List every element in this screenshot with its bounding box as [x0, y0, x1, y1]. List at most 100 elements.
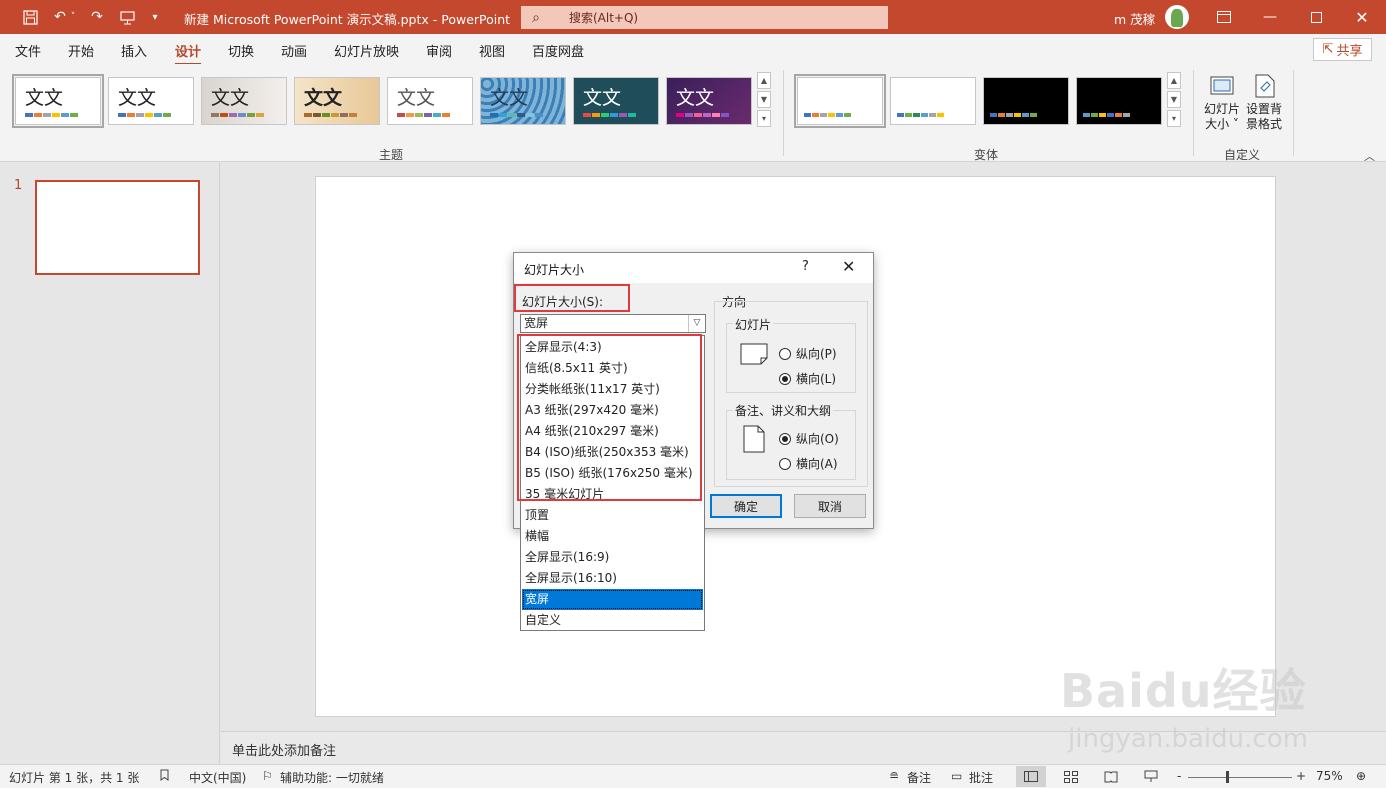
notes-toggle-icon[interactable]: ≘: [889, 769, 899, 783]
scroll-down-icon[interactable]: ▼: [1167, 91, 1181, 108]
highlight-box-label: [514, 284, 630, 312]
more-themes-icon[interactable]: ▾: [757, 110, 771, 127]
fit-to-window-icon[interactable]: ⊕: [1356, 769, 1366, 783]
ok-button[interactable]: 确定: [710, 494, 782, 518]
group-label-variants: 变体: [974, 148, 999, 162]
highlight-box-options: [517, 334, 702, 501]
comments-icon[interactable]: ▭: [951, 769, 962, 783]
watermark-url: jingyan.baidu.com: [1068, 724, 1308, 754]
zoom-slider[interactable]: [1188, 777, 1292, 778]
search-placeholder: 搜索(Alt+Q): [569, 11, 639, 25]
slide-info: 幻灯片 第 1 张，共 1 张: [9, 771, 140, 785]
scroll-down-icon[interactable]: ▼: [757, 91, 771, 108]
comments-toggle[interactable]: 批注: [969, 769, 993, 786]
search-box[interactable]: ⌕ 搜索(Alt+Q): [521, 6, 888, 29]
spellcheck-icon[interactable]: [159, 769, 172, 785]
variant-3[interactable]: [983, 77, 1069, 125]
accessibility-status[interactable]: 辅助功能: 一切就绪: [280, 769, 384, 786]
maximize-icon[interactable]: [1293, 0, 1339, 34]
variant-4[interactable]: [1076, 77, 1162, 125]
zoom-slider-thumb[interactable]: [1226, 771, 1229, 783]
ribbon: 文文 文文 文文 文文 文文 文文 文文 文文 ▲ ▼ ▾ 主题 ▲ ▼ ▾ 变…: [0, 64, 1386, 164]
redo-icon[interactable]: ↷: [86, 7, 108, 27]
notes-toggle[interactable]: 备注: [907, 769, 931, 786]
close-icon[interactable]: ✕: [842, 257, 855, 276]
slides-landscape-radio[interactable]: 横向(L): [779, 370, 836, 387]
zoom-out-button[interactable]: -: [1177, 769, 1181, 783]
presentation-icon[interactable]: [116, 7, 138, 27]
list-item[interactable]: 全屏显示(16:9): [522, 547, 703, 568]
accessibility-icon[interactable]: ⚐: [262, 769, 273, 783]
notes-portrait-radio[interactable]: 纵向(O): [779, 430, 839, 447]
theme-8[interactable]: 文文: [666, 77, 752, 125]
tab-file[interactable]: 文件: [15, 41, 41, 60]
group-separator: [783, 70, 784, 156]
tab-view[interactable]: 视图: [479, 41, 505, 60]
group-separator: [1293, 70, 1294, 156]
notes-group-label: 备注、讲义和大纲: [733, 402, 834, 419]
list-item[interactable]: 全屏显示(16:10): [522, 568, 703, 589]
tab-animations[interactable]: 动画: [281, 41, 307, 60]
share-button[interactable]: ⇱ 共享: [1313, 38, 1372, 61]
theme-3[interactable]: 文文: [201, 77, 287, 125]
close-window-icon[interactable]: ✕: [1339, 0, 1385, 34]
collapse-ribbon-icon[interactable]: ︿: [1364, 148, 1375, 164]
scroll-up-icon[interactable]: ▲: [757, 72, 771, 89]
ribbon-display-icon[interactable]: [1201, 0, 1247, 34]
theme-5[interactable]: 文文: [387, 77, 473, 125]
tab-transitions[interactable]: 切换: [228, 41, 254, 60]
tab-review[interactable]: 审阅: [426, 41, 452, 60]
share-icon: ⇱: [1322, 42, 1334, 57]
notes-landscape-radio[interactable]: 横向(A): [779, 455, 838, 472]
undo-dropdown-icon[interactable]: ˅: [67, 7, 79, 27]
customize-toolbar-icon[interactable]: ▾: [144, 7, 166, 27]
list-item-selected[interactable]: 宽屏: [522, 589, 703, 610]
dialog-title: 幻灯片大小: [524, 263, 585, 277]
watermark-logo: Baidu经验: [1060, 664, 1307, 718]
slideshow-icon[interactable]: [1136, 766, 1166, 787]
zoom-in-button[interactable]: +: [1296, 769, 1306, 783]
theme-6[interactable]: 文文: [480, 77, 566, 125]
variant-1[interactable]: [794, 74, 886, 128]
scroll-up-icon[interactable]: ▲: [1167, 72, 1181, 89]
format-background-label-1: 设置背: [1245, 102, 1282, 116]
save-icon[interactable]: [19, 7, 41, 27]
list-item[interactable]: 顶置: [522, 505, 703, 526]
more-variants-icon[interactable]: ▾: [1167, 110, 1181, 127]
slide-size-select[interactable]: 宽屏 ▽: [520, 314, 706, 333]
chevron-down-icon[interactable]: ▽: [688, 315, 705, 332]
normal-view-icon[interactable]: [1016, 766, 1046, 787]
reading-view-icon[interactable]: [1096, 766, 1126, 787]
language[interactable]: 中文(中国): [189, 769, 246, 786]
status-bar: 幻灯片 第 1 张，共 1 张 中文(中国) ⚐ 辅助功能: 一切就绪 ≘ 备注…: [0, 764, 1386, 788]
list-item[interactable]: 横幅: [522, 526, 703, 547]
landscape-page-icon: [740, 343, 768, 368]
theme-4[interactable]: 文文: [294, 77, 380, 125]
tab-insert[interactable]: 插入: [121, 41, 147, 60]
minimize-icon[interactable]: —: [1247, 0, 1293, 34]
slide-thumbnail[interactable]: [35, 180, 200, 275]
slide-size-button[interactable]: 幻灯片 大小 ˅: [1199, 72, 1245, 132]
user-name[interactable]: m 茂稼: [1114, 9, 1155, 28]
slide-size-icon: [1208, 72, 1236, 100]
slide-thumbnail-pane: 1: [0, 163, 220, 764]
tab-home[interactable]: 开始: [68, 41, 94, 60]
title-bar: ↶ ˅ ↷ ▾ 新建 Microsoft PowerPoint 演示文稿.ppt…: [0, 0, 1386, 34]
tab-baidu-netdisk[interactable]: 百度网盘: [532, 41, 584, 60]
help-icon[interactable]: ?: [802, 259, 809, 274]
search-icon: ⌕: [532, 9, 540, 26]
ribbon-tabs: 文件 开始 插入 设计 切换 动画 幻灯片放映 审阅 视图 百度网盘: [0, 34, 1386, 66]
cancel-button[interactable]: 取消: [794, 494, 866, 518]
slides-portrait-radio[interactable]: 纵向(P): [779, 345, 837, 362]
variant-2[interactable]: [890, 77, 976, 125]
theme-2[interactable]: 文文: [108, 77, 194, 125]
slide-sorter-icon[interactable]: [1056, 766, 1086, 787]
theme-7[interactable]: 文文: [573, 77, 659, 125]
avatar[interactable]: [1165, 5, 1189, 29]
tab-design[interactable]: 设计: [175, 41, 202, 66]
tab-slideshow[interactable]: 幻灯片放映: [334, 41, 399, 60]
list-item[interactable]: 自定义: [522, 610, 703, 631]
zoom-level[interactable]: 75%: [1316, 769, 1343, 783]
format-background-button[interactable]: 设置背 景格式: [1241, 72, 1287, 132]
theme-office[interactable]: 文文: [12, 74, 104, 128]
